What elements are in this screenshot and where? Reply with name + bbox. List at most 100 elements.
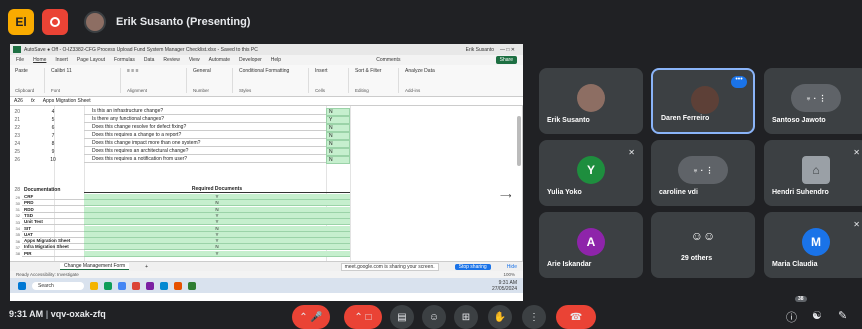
menu-automate[interactable]: Automate — [209, 57, 230, 63]
row-number: 36 — [15, 238, 20, 244]
font-select[interactable]: Calibri 11 — [51, 68, 116, 74]
doc-row: 31 RDD N — [10, 206, 370, 213]
people-icon[interactable]: ☯ — [812, 309, 822, 322]
menu-insert[interactable]: Insert — [55, 57, 68, 63]
status-bar: Ready Accessibility: Investigate 100% — [10, 271, 523, 278]
mic-off-button[interactable]: ⌃ 🎤 — [292, 305, 330, 329]
document-name: TSD — [22, 213, 84, 219]
group-label: Styles — [239, 88, 252, 93]
participant-tile[interactable]: M Maria Claudia ✕ — [764, 212, 862, 278]
vertical-scrollbar[interactable] — [517, 116, 521, 166]
presenter-label: Erik Susanto (Presenting) — [84, 11, 250, 33]
document-required: Y — [84, 250, 350, 257]
number-format[interactable]: General — [193, 68, 228, 74]
document-name: PRD — [22, 200, 84, 207]
table-row: 26 10 Does this requires a notification fr… — [10, 155, 370, 164]
sort-filter[interactable]: Sort & Filter — [355, 68, 394, 74]
powerpoint-icon[interactable] — [173, 281, 182, 290]
participant-tile[interactable]: ♅ · ⋮ Santoso Jawoto — [764, 68, 862, 134]
spreadsheet-grid[interactable]: ⟶ 20 4 Is this an infrastructure change? N 2… — [10, 106, 523, 261]
record-icon[interactable] — [42, 9, 68, 35]
stop-sharing-button[interactable]: Stop sharing — [454, 263, 491, 270]
app-icon[interactable] — [187, 281, 196, 290]
hide-button[interactable]: Hide — [507, 264, 517, 270]
menu-developer[interactable]: Developer — [239, 57, 262, 63]
folder-icon[interactable] — [89, 281, 98, 290]
avatar-badge[interactable]: El — [8, 9, 34, 35]
participant-tile[interactable]: ♅ · ⋮ caroline vdi — [651, 140, 755, 206]
formula-input[interactable]: Apps Migration Sheet — [43, 98, 91, 104]
participant-tile[interactable]: Daren Ferreiro ••• — [651, 68, 755, 134]
menu-page-layout[interactable]: Page Layout — [77, 57, 105, 63]
ribbon-alignment: ≡ ≡ ≡ Alignment — [127, 68, 187, 93]
answer-cell: Y — [326, 115, 350, 124]
participant-avatar — [577, 84, 605, 112]
menu-help[interactable]: Help — [271, 57, 281, 63]
tab-change-management-form[interactable]: Change Management Form — [60, 263, 130, 270]
captions-button[interactable]: ▤ — [390, 305, 414, 329]
menu-review[interactable]: Review — [163, 57, 179, 63]
zoom-level[interactable]: 100% — [503, 272, 515, 277]
hang-up-icon: ☎ — [569, 311, 583, 323]
row-number: 35 — [15, 232, 20, 238]
participant-tile[interactable]: Y Yulia Yoko ✕ — [539, 140, 643, 206]
chat-icon[interactable]: ✎ — [838, 309, 847, 322]
menu-formulas[interactable]: Formulas — [114, 57, 135, 63]
camera-off-icon: ⌃ □ — [354, 311, 372, 323]
participant-tile[interactable]: ☺☺ 29 others — [651, 212, 755, 278]
emoji-button[interactable]: ☺ — [422, 305, 446, 329]
excel-taskbar-icon[interactable] — [103, 281, 112, 290]
share-button[interactable]: Share — [495, 56, 517, 64]
present-button[interactable]: ⊞ — [454, 305, 478, 329]
participant-tile[interactable]: Erik Susanto — [539, 68, 643, 134]
doc-row: 30 PRD N — [10, 200, 370, 207]
insert-cells[interactable]: Insert — [315, 68, 344, 74]
menu-file[interactable]: File — [16, 57, 24, 63]
comments-button[interactable]: Comments — [376, 57, 400, 63]
question-text: Does this requires an architectural chan… — [84, 148, 326, 155]
chrome-icon[interactable] — [131, 281, 140, 290]
conditional-formatting[interactable]: Conditional Formatting — [239, 68, 304, 74]
leave-call-button[interactable]: ☎ — [556, 305, 596, 329]
doc-row: 34 SIT N — [10, 225, 370, 232]
sheet-tabs: Change Management Form + meet.google.com… — [10, 261, 523, 271]
participant-tile[interactable]: A Arie Iskandar — [539, 212, 643, 278]
add-sheet-icon[interactable]: + — [145, 264, 148, 270]
analyze-data[interactable]: Analyze Data — [405, 68, 441, 74]
outlook-icon[interactable] — [159, 281, 168, 290]
menu-home[interactable]: Home — [33, 57, 46, 63]
participant-avatar: ☺☺ — [690, 229, 716, 243]
more-options-button[interactable]: ⋮ — [522, 305, 546, 329]
taskbar-search[interactable]: Search — [32, 281, 84, 290]
raise-hand-button[interactable]: ✋ — [488, 305, 512, 329]
document-required: Y — [84, 194, 350, 200]
menu-view[interactable]: View — [189, 57, 200, 63]
shared-screen: AutoSave ● Off - O-IZ3382-CFG Process Up… — [10, 44, 523, 301]
menu-data[interactable]: Data — [144, 57, 155, 63]
group-label: Add-ins — [405, 88, 421, 93]
document-required: Y — [84, 219, 350, 226]
participant-avatar — [691, 86, 719, 114]
name-box[interactable]: A26 — [14, 98, 23, 104]
windows-start-icon[interactable] — [18, 281, 26, 290]
teams-icon[interactable] — [145, 281, 154, 290]
emoji-icon: ☺ — [428, 311, 440, 323]
doc-row: 37 Infra Migration Sheet N — [10, 244, 370, 251]
participant-name: Arie Iskandar — [547, 261, 592, 268]
question-text: Is there any functional changes? — [84, 116, 326, 123]
edge-icon[interactable] — [117, 281, 126, 290]
document-required: N — [84, 206, 350, 213]
document-name: SIT — [22, 226, 84, 232]
participant-avatar: ♅ · ⋮ — [791, 84, 841, 112]
windows-taskbar: Search 9:31 AM 27/05/2024 — [10, 278, 523, 293]
participant-tile[interactable]: ⌂ Hendri Suhendro ✕ — [764, 140, 862, 206]
camera-off-button[interactable]: ⌃ □ — [344, 305, 382, 329]
formula-bar: A26 fx Apps Migration Sheet — [10, 97, 523, 106]
window-controls[interactable]: — □ ✕ — [500, 47, 515, 53]
row-number: 22 — [14, 124, 20, 131]
info-icon[interactable]: ⓘ — [786, 309, 797, 325]
row-number: 31 — [15, 207, 20, 213]
row-number: 38 — [15, 251, 20, 257]
ribbon-styles: Conditional Formatting Styles — [239, 68, 309, 93]
paste-button[interactable]: Paste — [15, 68, 40, 74]
